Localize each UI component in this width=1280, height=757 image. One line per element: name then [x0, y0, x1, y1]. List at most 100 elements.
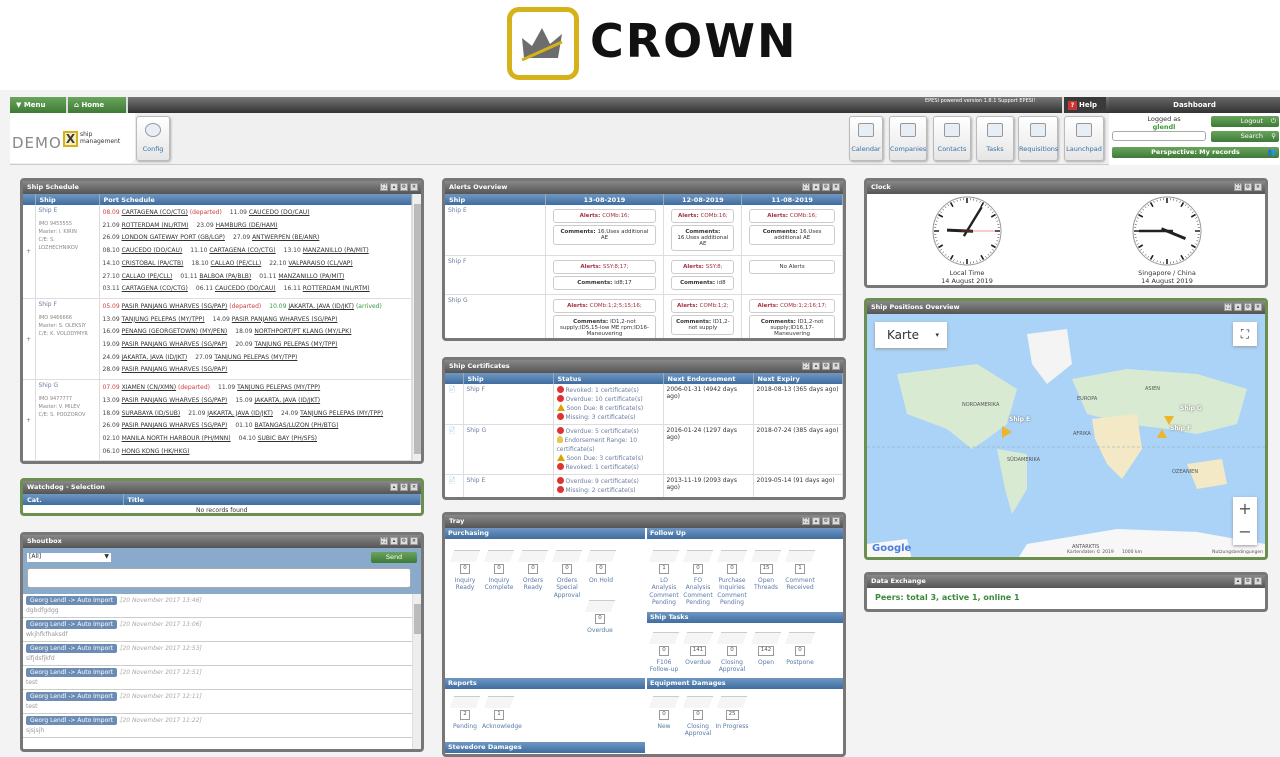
expand-toggle[interactable]: +: [23, 298, 35, 379]
settings-icon[interactable]: ⚙: [1244, 303, 1252, 311]
expand-toggle[interactable]: +: [23, 380, 35, 461]
close-icon[interactable]: ×: [832, 362, 840, 370]
tray-item[interactable]: 0On Hold: [584, 550, 618, 584]
tray-item[interactable]: 15Open Threads: [749, 550, 783, 592]
port-link[interactable]: TANJUNG PELEPAS (MY/TPP): [122, 316, 205, 323]
tray-item[interactable]: 0Overdue: [583, 600, 617, 634]
maximize-icon[interactable]: ⛶: [1234, 183, 1242, 191]
port-link[interactable]: TANJUNG PELEPAS (MY/TPP): [254, 341, 337, 348]
settings-icon[interactable]: ⚙: [1244, 577, 1252, 585]
port-link[interactable]: ROTTERDAM (NL/RTM): [122, 222, 189, 229]
companies-button[interactable]: Companies: [889, 116, 927, 161]
alert-box[interactable]: Alerts: COMb:1;2;5;15;16;: [553, 299, 657, 313]
tray-item[interactable]: 0F106 Follow-up: [647, 632, 681, 674]
settings-icon[interactable]: ⚙: [1244, 183, 1252, 191]
collapse-icon[interactable]: ▴: [390, 537, 398, 545]
port-link[interactable]: JAKARTA, JAVA (ID/JKT): [288, 303, 354, 310]
ship-link[interactable]: Ship F: [463, 384, 553, 425]
port-link[interactable]: TANJUNG PELEPAS (MY/TPP): [237, 384, 320, 391]
maximize-icon[interactable]: ⛶: [802, 362, 810, 370]
port-link[interactable]: TANJUNG PELEPAS (MY/TPP): [214, 354, 297, 361]
port-link[interactable]: VALPARAISO (CL/VAP): [288, 260, 352, 267]
collapse-icon[interactable]: ▴: [390, 183, 398, 191]
tray-item[interactable]: 0Orders Ready: [516, 550, 550, 592]
port-link[interactable]: PASIR PANJANG WHARVES (SG/PAP): [122, 422, 228, 429]
port-link[interactable]: MANZANILLO (PA/MIT): [303, 247, 369, 254]
tray-item[interactable]: 0New: [647, 696, 681, 730]
alert-box[interactable]: Alerts: COMb:16;: [671, 209, 734, 223]
port-link[interactable]: LONDON GATEWAY PORT (GB/LGP): [122, 234, 225, 241]
port-link[interactable]: BALBOA (PA/BLB): [199, 273, 251, 280]
alert-box[interactable]: Alerts: COMb:1;2;16;17;: [749, 299, 835, 313]
port-link[interactable]: CARTAGENA (CO/CTG): [209, 247, 275, 254]
port-link[interactable]: CAUCEDO (DO/CAU): [249, 209, 310, 216]
port-link[interactable]: TANJUNG PELEPAS (MY/TPP): [300, 410, 383, 417]
port-link[interactable]: PASIR PANJANG WHARVES (SG/PAP): [122, 397, 228, 404]
view-record-icon[interactable]: 📄: [445, 384, 463, 425]
port-link[interactable]: SURABAYA (ID/SUB): [122, 410, 181, 417]
epesi-info[interactable]: EPESI powered version 1.8.1 Support EPES…: [925, 98, 1035, 104]
message-author[interactable]: Georg Lendl -> Auto Import: [26, 644, 117, 653]
port-link[interactable]: ROTTERDAM (NL/RTM): [303, 285, 370, 292]
perspective-button[interactable]: Perspective: My records👥: [1112, 147, 1279, 158]
search-button[interactable]: Search⚲: [1211, 131, 1279, 142]
tray-item[interactable]: 0FO Analysis Comment Pending: [681, 550, 715, 607]
alert-box[interactable]: Alerts: SSY:8;17;: [553, 260, 657, 274]
maximize-icon[interactable]: ⛶: [802, 517, 810, 525]
ship-link[interactable]: Ship E: [39, 207, 96, 214]
view-record-icon[interactable]: 📄: [445, 425, 463, 475]
scrollbar[interactable]: [412, 194, 421, 461]
settings-icon[interactable]: ⚙: [822, 183, 830, 191]
settings-icon[interactable]: ⚙: [400, 483, 408, 491]
port-link[interactable]: MANZANILLO (PA/MIT): [278, 273, 344, 280]
scrollbar[interactable]: [412, 594, 421, 749]
port-link[interactable]: PASIR PANJANG WHARVES (SG/PAP): [232, 316, 338, 323]
collapse-icon[interactable]: ▴: [812, 183, 820, 191]
calendar-button[interactable]: Calendar: [849, 116, 883, 161]
tray-item[interactable]: 1LO Analysis Comment Pending: [647, 550, 681, 607]
world-map[interactable]: Karte▾ ⛶ NORDAMERIKA EUROPA ASIEN AFRIKA…: [867, 314, 1265, 557]
close-icon[interactable]: ×: [410, 483, 418, 491]
maximize-icon[interactable]: ⛶: [380, 183, 388, 191]
port-link[interactable]: PASIR PANJANG WHARVES (SG/PAP): [122, 366, 228, 373]
ship-link[interactable]: Ship F: [445, 256, 545, 295]
zoom-in-button[interactable]: +: [1233, 497, 1257, 521]
ship-link[interactable]: Ship G: [463, 425, 553, 475]
close-icon[interactable]: ×: [410, 183, 418, 191]
close-icon[interactable]: ×: [1254, 183, 1262, 191]
search-input[interactable]: [1112, 131, 1206, 141]
tasks-button[interactable]: Tasks: [976, 116, 1014, 161]
requisitions-button[interactable]: Requisitions: [1018, 116, 1058, 161]
tray-item[interactable]: 0Closing Approval: [681, 696, 715, 738]
port-link[interactable]: JAKARTA, JAVA (ID/JKT): [254, 397, 320, 404]
alert-box[interactable]: Alerts: COMb:1;2;: [671, 299, 734, 313]
settings-icon[interactable]: ⚙: [400, 537, 408, 545]
alert-box[interactable]: Alerts: SSY:8;: [671, 260, 734, 274]
port-link[interactable]: MANILA NORTH HARBOUR (PH/MNN): [122, 435, 231, 442]
collapse-icon[interactable]: ▴: [812, 362, 820, 370]
map-type-dropdown[interactable]: Karte▾: [875, 322, 947, 348]
fullscreen-icon[interactable]: ⛶: [1233, 322, 1257, 346]
message-author[interactable]: Georg Lendl -> Auto Import: [26, 620, 117, 629]
collapse-icon[interactable]: ▴: [390, 483, 398, 491]
tray-item[interactable]: 0Inquiry Complete: [482, 550, 516, 592]
settings-icon[interactable]: ⚙: [822, 362, 830, 370]
send-button[interactable]: Send: [371, 552, 417, 563]
close-icon[interactable]: ×: [832, 183, 840, 191]
ship-marker-icon[interactable]: [1164, 416, 1174, 425]
message-author[interactable]: Georg Lendl -> Auto Import: [26, 668, 117, 677]
tray-item[interactable]: 0Inquiry Ready: [448, 550, 482, 592]
terms-link[interactable]: Nutzungsbedingungen: [1212, 550, 1263, 555]
port-link[interactable]: CAUCEDO (DO/CAU): [122, 247, 183, 254]
message-input[interactable]: [27, 568, 411, 588]
tray-item[interactable]: 1Acknowledge: [482, 696, 516, 730]
port-link[interactable]: PENANG (GEORGETOWN) (MY/PEN): [122, 328, 228, 335]
logout-button[interactable]: Logout⏻: [1211, 116, 1279, 127]
help-button[interactable]: ?Help: [1062, 97, 1106, 113]
ship-link[interactable]: Ship G: [445, 295, 545, 342]
tray-item[interactable]: 141Overdue: [681, 632, 715, 666]
port-link[interactable]: ANTWERPEN (BE/ANR): [252, 234, 319, 241]
port-link[interactable]: HONG KONG (HK/HKG): [122, 448, 190, 455]
port-link[interactable]: JAKARTA, JAVA (ID/JKT): [122, 354, 188, 361]
alert-box[interactable]: Alerts: COMb:16;: [553, 209, 657, 223]
